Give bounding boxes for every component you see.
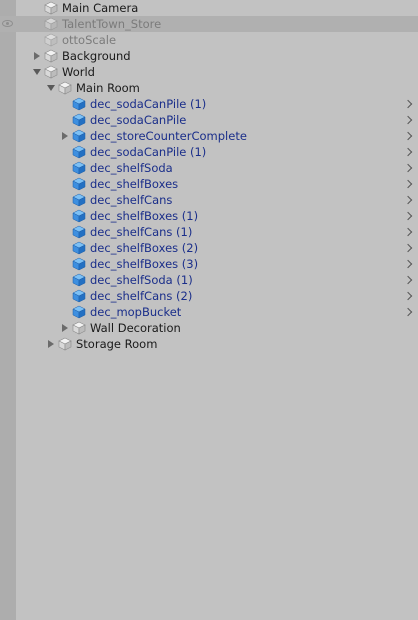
foldout-collapsed-icon[interactable] [60,128,70,144]
prefab-cube-icon [72,241,86,255]
hierarchy-item-label: dec_shelfBoxes (2) [90,241,199,255]
hierarchy-item-label: dec_sodaCanPile [90,113,187,127]
hierarchy-item-label: dec_shelfBoxes (1) [90,209,199,223]
prefab-cube-icon [72,177,86,191]
hierarchy-item-label: dec_storeCounterComplete [90,129,247,143]
gameobject-cube-icon [44,17,58,31]
hierarchy-item-label: dec_shelfCans (1) [90,225,193,239]
prefab-open-arrow-icon[interactable] [403,192,413,208]
prefab-open-arrow-icon[interactable] [403,160,413,176]
hierarchy-item-label: dec_sodaCanPile (1) [90,145,207,159]
prefab-cube-icon [72,129,86,143]
gameobject-cube-icon [58,81,72,95]
hierarchy-item-label: dec_shelfBoxes [90,177,179,191]
hierarchy-row-dec-shelfcans-2[interactable]: dec_shelfCans (2) [0,288,418,304]
hierarchy-item-label: Storage Room [76,337,158,351]
hierarchy-item-label: Main Room [76,81,140,95]
gameobject-cube-icon [44,65,58,79]
gameobject-cube-icon [58,337,72,351]
prefab-open-arrow-icon[interactable] [403,112,413,128]
hierarchy-row-dec-sodacanpile-1[interactable]: dec_sodaCanPile (1) [0,96,418,112]
prefab-cube-icon [72,113,86,127]
foldout-collapsed-icon[interactable] [32,48,42,64]
hierarchy-item-label: dec_shelfCans (2) [90,289,193,303]
hierarchy-item-label: ottoScale [62,33,117,47]
prefab-cube-icon [72,97,86,111]
prefab-open-arrow-icon[interactable] [403,144,413,160]
hierarchy-item-label: Background [62,49,131,63]
eye-icon[interactable] [2,20,13,27]
hierarchy-row-main-camera[interactable]: Main Camera [0,0,418,16]
hierarchy-row-main-room[interactable]: Main Room [0,80,418,96]
gameobject-cube-icon [44,1,58,15]
hierarchy-row-dec-shelfboxes-2[interactable]: dec_shelfBoxes (2) [0,240,418,256]
hierarchy-item-label: TalentTown_Store [62,17,162,31]
hierarchy-row-dec-sodacanpile[interactable]: dec_sodaCanPile [0,112,418,128]
prefab-open-arrow-icon[interactable] [403,208,413,224]
hierarchy-row-dec-shelfcans-1[interactable]: dec_shelfCans (1) [0,224,418,240]
hierarchy-item-label: dec_shelfCans [90,193,173,207]
hierarchy-item-label: dec_sodaCanPile (1) [90,97,207,111]
prefab-open-arrow-icon[interactable] [403,96,413,112]
hierarchy-row-storage-room[interactable]: Storage Room [0,336,418,352]
foldout-collapsed-icon[interactable] [46,336,56,352]
hierarchy-row-dec-shelfboxes-1[interactable]: dec_shelfBoxes (1) [0,208,418,224]
hierarchy-row-dec-shelfsoda-1[interactable]: dec_shelfSoda (1) [0,272,418,288]
hierarchy-row-talenttown-store[interactable]: TalentTown_Store [0,16,418,32]
prefab-open-arrow-icon[interactable] [403,240,413,256]
prefab-cube-icon [72,305,86,319]
prefab-cube-icon [72,273,86,287]
hierarchy-item-label: World [62,65,95,79]
hierarchy-row-world[interactable]: World [0,64,418,80]
hierarchy-row-dec-shelfboxes[interactable]: dec_shelfBoxes [0,176,418,192]
prefab-cube-icon [72,145,86,159]
hierarchy-item-label: Wall Decoration [90,321,181,335]
foldout-collapsed-icon[interactable] [60,320,70,336]
prefab-cube-icon [72,209,86,223]
prefab-cube-icon [72,225,86,239]
hierarchy-row-ottoscale[interactable]: ottoScale [0,32,418,48]
foldout-expanded-icon[interactable] [46,80,56,96]
hierarchy-row-background[interactable]: Background [0,48,418,64]
prefab-cube-icon [72,257,86,271]
prefab-open-arrow-icon[interactable] [403,256,413,272]
hierarchy-item-label: dec_shelfBoxes (3) [90,257,199,271]
prefab-open-arrow-icon[interactable] [403,304,413,320]
prefab-open-arrow-icon[interactable] [403,272,413,288]
hierarchy-item-label: Main Camera [62,1,139,15]
hierarchy-item-label: dec_shelfSoda [90,161,173,175]
hierarchy-row-wall-decoration[interactable]: Wall Decoration [0,320,418,336]
foldout-expanded-icon[interactable] [32,64,42,80]
hierarchy-row-dec-storecountercomplete[interactable]: dec_storeCounterComplete [0,128,418,144]
prefab-cube-icon [72,193,86,207]
hierarchy-tree: Main Camera TalentTown_Store ottoScale Back… [0,0,418,352]
hierarchy-item-label: dec_shelfSoda (1) [90,273,193,287]
hierarchy-row-dec-mopbucket[interactable]: dec_mopBucket [0,304,418,320]
hierarchy-item-label: dec_mopBucket [90,305,182,319]
prefab-cube-icon [72,161,86,175]
prefab-open-arrow-icon[interactable] [403,288,413,304]
prefab-open-arrow-icon[interactable] [403,224,413,240]
prefab-open-arrow-icon[interactable] [403,176,413,192]
prefab-cube-icon [72,289,86,303]
gameobject-cube-icon [44,33,58,47]
hierarchy-row-dec-shelfcans[interactable]: dec_shelfCans [0,192,418,208]
gameobject-cube-icon [44,49,58,63]
hierarchy-row-dec-shelfsoda[interactable]: dec_shelfSoda [0,160,418,176]
hierarchy-row-dec-shelfboxes-3[interactable]: dec_shelfBoxes (3) [0,256,418,272]
prefab-open-arrow-icon[interactable] [403,128,413,144]
gameobject-cube-icon [72,321,86,335]
hierarchy-row-dec-sodacanpile-1[interactable]: dec_sodaCanPile (1) [0,144,418,160]
